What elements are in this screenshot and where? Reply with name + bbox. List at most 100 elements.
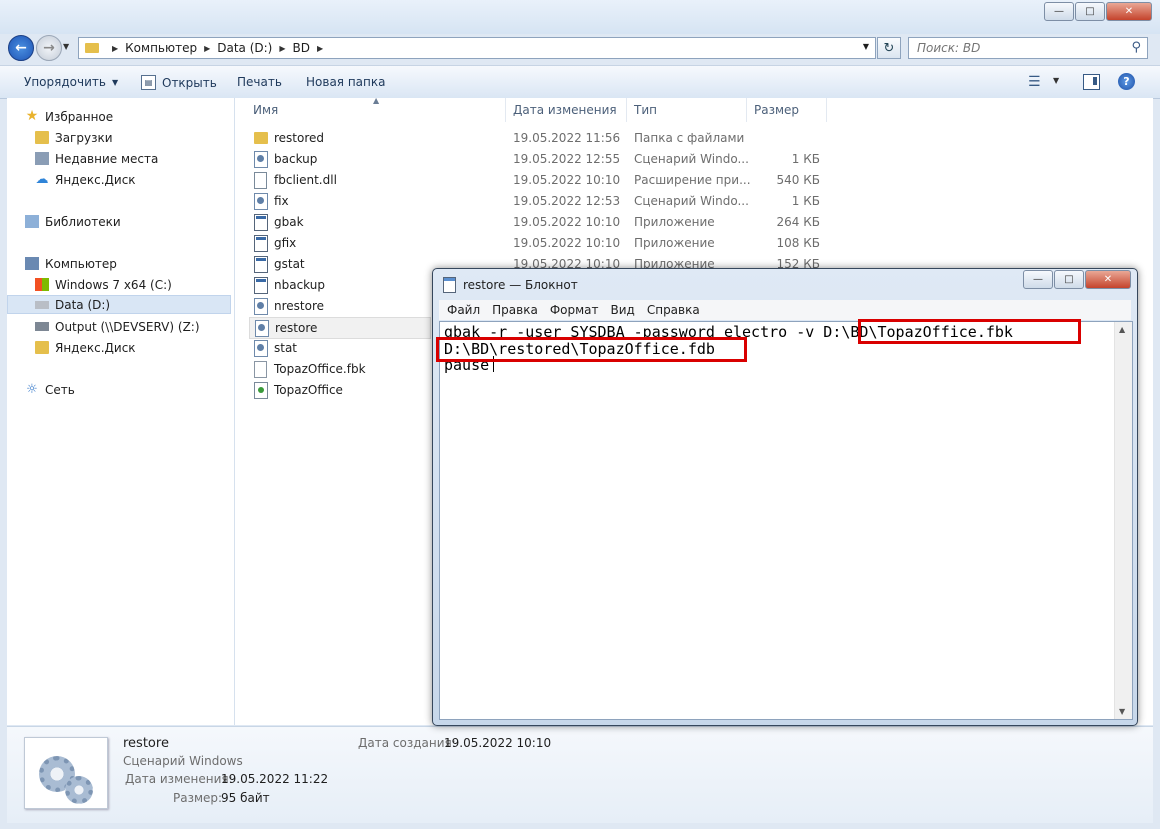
chevron-right-icon[interactable]: ▶ <box>317 44 323 53</box>
column-header-date[interactable]: Дата изменения <box>513 98 617 122</box>
column-header-name[interactable]: Имя <box>253 98 278 122</box>
drive-icon <box>35 300 49 309</box>
file-type: Сценарий Windo... <box>634 194 749 208</box>
open-label: Открыть <box>162 75 217 90</box>
file-row-restore[interactable]: restore <box>249 317 431 339</box>
file-size: 108 КБ <box>776 236 820 250</box>
print-button[interactable]: Печать <box>237 75 282 89</box>
nav-drive-c[interactable]: Windows 7 x64 (C:) <box>35 275 172 294</box>
nav-network[interactable]: ☼ Сеть <box>25 380 75 399</box>
chevron-right-icon[interactable]: ▶ <box>204 44 210 53</box>
preview-pane-button[interactable] <box>1083 74 1100 90</box>
column-divider[interactable] <box>826 98 827 122</box>
menu-edit[interactable]: Правка <box>492 303 538 317</box>
notepad-text-area[interactable]: gbak -r -user SYSDBA -password electro -… <box>436 319 1133 720</box>
computer-icon <box>25 257 39 270</box>
notepad-title: restore — Блокнот <box>463 278 578 292</box>
help-button[interactable]: ? <box>1118 73 1135 90</box>
file-row-gfix[interactable]: gfix 19.05.2022 10:10 Приложение 108 КБ <box>249 233 969 253</box>
script-file-icon <box>254 193 268 210</box>
address-bar[interactable]: ▶ Компьютер ▶ Data (D:) ▶ BD ▶ ▼ <box>78 37 876 59</box>
minimize-button[interactable]: — <box>1044 2 1074 21</box>
view-options-icon[interactable]: ☰ <box>1028 74 1041 90</box>
address-dropdown-icon[interactable]: ▼ <box>863 42 869 51</box>
sort-ascending-icon: ▲ <box>373 96 380 105</box>
nav-libraries[interactable]: Библиотеки <box>25 212 121 231</box>
file-date: 19.05.2022 12:55 <box>513 152 621 166</box>
menu-format[interactable]: Формат <box>550 303 599 317</box>
column-header-type[interactable]: Тип <box>634 98 657 122</box>
address-row: ← → ▼ ▶ Компьютер ▶ Data (D:) ▶ BD ▶ ▼ ↻ ⚲ <box>0 34 1160 62</box>
nav-favorites[interactable]: ★ Избранное <box>25 107 113 126</box>
nav-computer[interactable]: Компьютер <box>25 254 117 273</box>
file-type: Расширение при... <box>634 173 751 187</box>
nav-label: Яндекс.Диск <box>55 172 136 187</box>
file-row-fbclient[interactable]: fbclient.dll 19.05.2022 10:10 Расширение п… <box>249 170 969 190</box>
forward-button[interactable]: → <box>36 35 62 61</box>
details-created-value: 19.05.2022 10:10 <box>444 736 552 750</box>
breadcrumb-computer[interactable]: Компьютер <box>125 41 197 55</box>
file-size: 264 КБ <box>776 215 820 229</box>
search-input[interactable] <box>915 40 1119 56</box>
navigation-pane: ★ Избранное Загрузки Недавние места ☁ Янде… <box>7 98 235 725</box>
minimize-button[interactable]: — <box>1023 270 1053 289</box>
column-divider[interactable] <box>626 98 627 122</box>
file-row-fix[interactable]: fix 19.05.2022 12:53 Сценарий Windo... 1 КБ <box>249 191 969 211</box>
file-row-restored[interactable]: restored 19.05.2022 11:56 Папка с файлами <box>249 128 969 148</box>
script-file-icon <box>254 340 268 357</box>
column-divider[interactable] <box>746 98 747 122</box>
new-folder-button[interactable]: Новая папка <box>306 75 385 89</box>
vertical-scrollbar[interactable]: ▲ ▼ <box>1114 322 1132 719</box>
back-button[interactable]: ← <box>8 35 34 61</box>
close-button[interactable]: ✕ <box>1106 2 1152 21</box>
application-icon <box>254 235 268 252</box>
history-dropdown-icon[interactable]: ▼ <box>63 42 69 51</box>
nav-recent-places[interactable]: Недавние места <box>35 149 158 168</box>
organize-button[interactable]: Упорядочить ▼ <box>24 75 118 89</box>
scroll-up-icon[interactable]: ▲ <box>1119 325 1125 334</box>
menu-file[interactable]: Файл <box>447 303 480 317</box>
file-row-gbak[interactable]: gbak 19.05.2022 10:10 Приложение 264 КБ <box>249 212 969 232</box>
highlight-box-backup-path <box>858 319 1081 344</box>
scroll-down-icon[interactable]: ▼ <box>1119 707 1125 716</box>
search-icon[interactable]: ⚲ <box>1131 40 1141 55</box>
column-label: Дата изменения <box>513 103 617 117</box>
yandex-folder-icon <box>35 341 49 354</box>
nav-drive-z[interactable]: Output (\\DEVSERV) (Z:) <box>35 317 200 336</box>
application-icon <box>254 277 268 294</box>
nav-downloads[interactable]: Загрузки <box>35 128 113 147</box>
menu-view[interactable]: Вид <box>611 303 635 317</box>
window-controls: — □ ✕ <box>1043 2 1152 21</box>
file-date: 19.05.2022 11:56 <box>513 131 621 145</box>
file-row-backup[interactable]: backup 19.05.2022 12:55 Сценарий Windo... 1… <box>249 149 969 169</box>
view-dropdown-icon[interactable]: ▼ <box>1053 76 1059 85</box>
file-name: gstat <box>274 257 305 271</box>
chevron-right-icon[interactable]: ▶ <box>279 44 285 53</box>
nav-yandex-disk[interactable]: ☁ Яндекс.Диск <box>35 170 136 189</box>
close-button[interactable]: ✕ <box>1085 270 1131 289</box>
file-type: Папка с файлами <box>634 131 745 145</box>
file-name: restore <box>275 321 318 335</box>
open-button[interactable]: ▤ Открыть <box>141 75 217 90</box>
column-label: Размер <box>754 103 800 117</box>
windows-drive-icon <box>35 278 49 291</box>
file-date: 19.05.2022 10:10 <box>513 236 621 250</box>
details-modified-value: 19.05.2022 11:22 <box>221 772 329 786</box>
menu-help[interactable]: Справка <box>647 303 700 317</box>
file-type: Приложение <box>634 236 715 250</box>
nav-yandex-disk-2[interactable]: Яндекс.Диск <box>35 338 136 357</box>
network-icon: ☼ <box>26 382 38 397</box>
refresh-button[interactable]: ↻ <box>877 37 901 59</box>
maximize-button[interactable]: □ <box>1054 270 1084 289</box>
chevron-right-icon[interactable]: ▶ <box>112 44 118 53</box>
breadcrumb-drive-d[interactable]: Data (D:) <box>217 41 272 55</box>
column-header-size[interactable]: Размер <box>754 98 799 122</box>
search-box[interactable]: ⚲ <box>908 37 1148 59</box>
application-icon <box>254 256 268 273</box>
breadcrumb-bd[interactable]: BD <box>293 41 310 55</box>
file-name: backup <box>274 152 318 166</box>
nav-drive-d[interactable]: Data (D:) <box>7 295 231 314</box>
nav-label: Сеть <box>45 382 75 397</box>
maximize-button[interactable]: □ <box>1075 2 1105 21</box>
column-divider[interactable] <box>505 98 506 122</box>
